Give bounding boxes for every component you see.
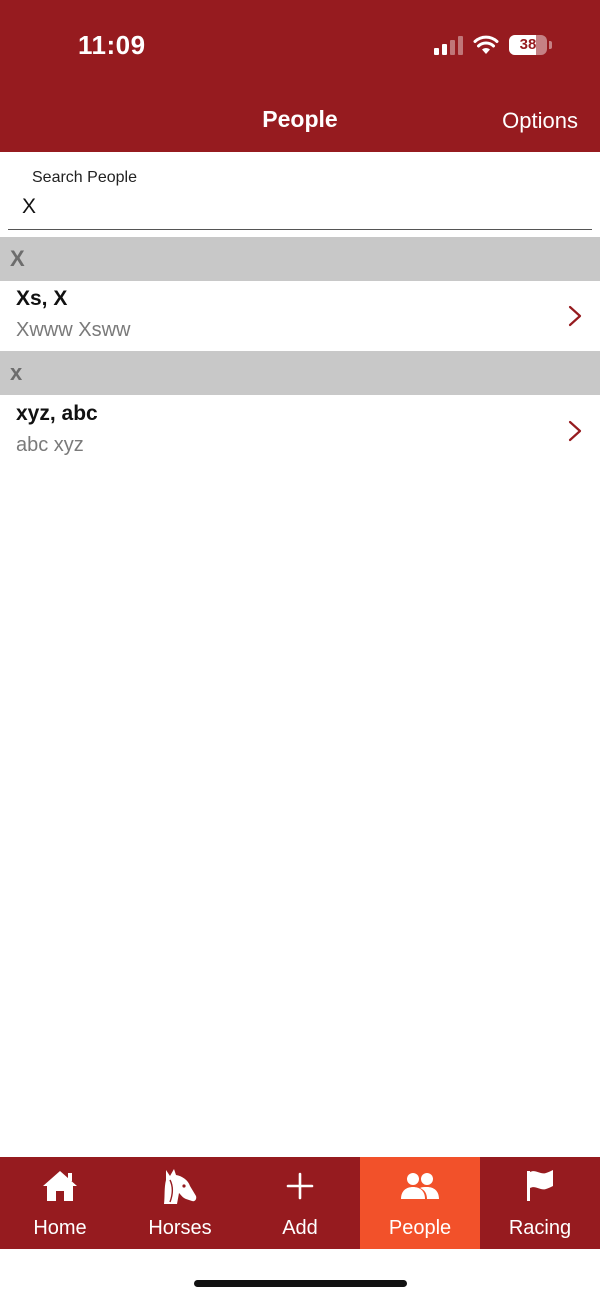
chevron-right-icon: [568, 305, 582, 327]
person-subtitle: Xwww Xsww: [16, 319, 131, 341]
person-name: Xs, X: [16, 287, 68, 310]
tab-label: Add: [282, 1217, 318, 1239]
home-icon: [43, 1171, 77, 1201]
battery-icon: 38: [509, 35, 547, 55]
options-button[interactable]: Options: [502, 108, 578, 134]
tab-bar: Home Horses Add People Racing: [0, 1157, 600, 1249]
people-icon: [401, 1173, 439, 1199]
person-subtitle: abc xyz: [16, 434, 84, 456]
horse-icon: [164, 1169, 197, 1204]
tab-people[interactable]: People: [360, 1157, 480, 1249]
search-label: Search People: [32, 169, 137, 186]
person-name: xyz, abc: [16, 402, 98, 425]
wifi-icon: [473, 35, 499, 54]
tab-add[interactable]: Add: [240, 1157, 360, 1249]
home-indicator: [194, 1280, 407, 1287]
tab-racing[interactable]: Racing: [480, 1157, 600, 1249]
cellular-signal-icon: [434, 35, 463, 55]
section-header: X: [0, 237, 600, 281]
section-header: x: [0, 351, 600, 395]
list-item[interactable]: xyz, abc abc xyz: [0, 396, 600, 466]
tab-label: People: [388, 1217, 452, 1239]
search-field[interactable]: Search People: [8, 152, 592, 230]
tab-label: Home: [33, 1217, 87, 1239]
tab-label: Racing: [508, 1217, 572, 1239]
plus-icon: [286, 1172, 314, 1200]
tab-label: Horses: [148, 1217, 212, 1239]
app-header: 11:09 38 People Options: [0, 0, 600, 152]
search-input[interactable]: [22, 192, 582, 222]
tab-horses[interactable]: Horses: [120, 1157, 240, 1249]
battery-tip: [549, 41, 552, 49]
list-item[interactable]: Xs, X Xwww Xsww: [0, 281, 600, 351]
chevron-right-icon: [568, 420, 582, 442]
status-icons: 38: [434, 33, 552, 57]
tab-home[interactable]: Home: [0, 1157, 120, 1249]
battery-level: 38: [519, 36, 537, 53]
status-time: 11:09: [78, 30, 146, 60]
flag-icon: [527, 1170, 553, 1201]
